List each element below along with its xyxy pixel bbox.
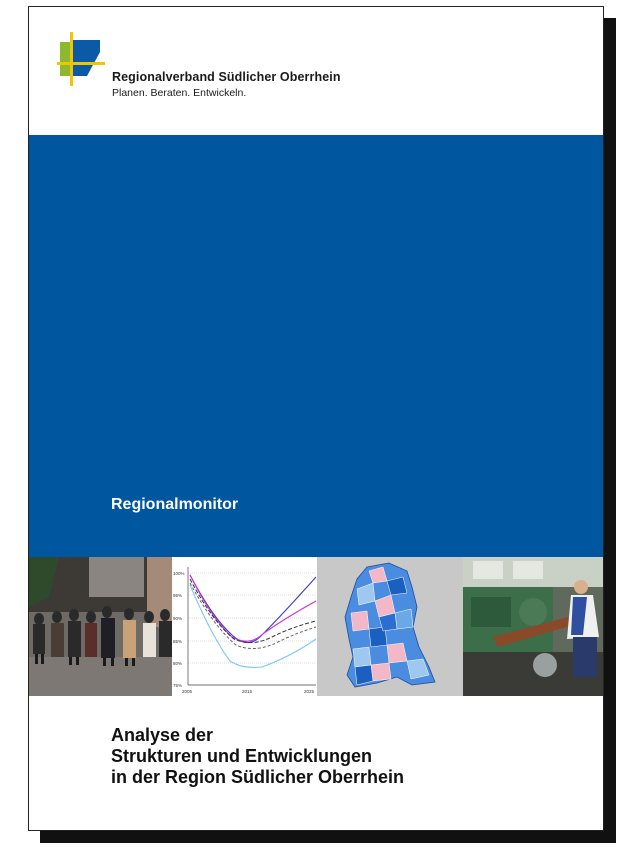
title-band: Regionalmonitor <box>29 135 603 557</box>
chart-y-tick: 80% <box>173 661 182 666</box>
regional-map-thumbnail <box>317 557 464 696</box>
document-cover: Regionalverband Südlicher Oberrhein Plan… <box>28 6 604 831</box>
subtitle-line-2: Strukturen und Entwicklungen <box>111 746 373 766</box>
chart-y-tick: 100% <box>173 571 185 576</box>
chart-x-tick: 2015 <box>242 689 253 694</box>
line-chart-thumbnail: 100% 95% 90% 85% 80% 75% 2005 2015 2025 <box>171 557 317 696</box>
chart-y-tick: 75% <box>173 683 182 688</box>
chart-y-tick: 95% <box>173 593 182 598</box>
subtitle-line-3: in der Region Südlicher Oberrhein <box>111 767 405 787</box>
organization-name: Regionalverband Südlicher Oberrhein <box>112 70 341 84</box>
chart-x-tick: 2005 <box>182 689 193 694</box>
chart-y-tick: 90% <box>173 616 182 621</box>
regionalverband-logo-icon <box>57 32 105 86</box>
chart-y-tick: 85% <box>173 639 182 644</box>
organization-slogan: Planen. Beraten. Entwickeln. <box>112 87 247 99</box>
subtitle-line-1: Analyse der <box>111 725 214 745</box>
report-subtitle: Analyse der Strukturen und Entwicklungen… <box>111 725 404 788</box>
report-title: Regionalmonitor <box>111 496 239 513</box>
crowd-photo <box>29 557 172 696</box>
machine-worker-photo <box>463 557 603 696</box>
chart-x-tick: 2025 <box>304 689 315 694</box>
image-strip: 100% 95% 90% 85% 80% 75% 2005 2015 2025 <box>29 557 603 696</box>
